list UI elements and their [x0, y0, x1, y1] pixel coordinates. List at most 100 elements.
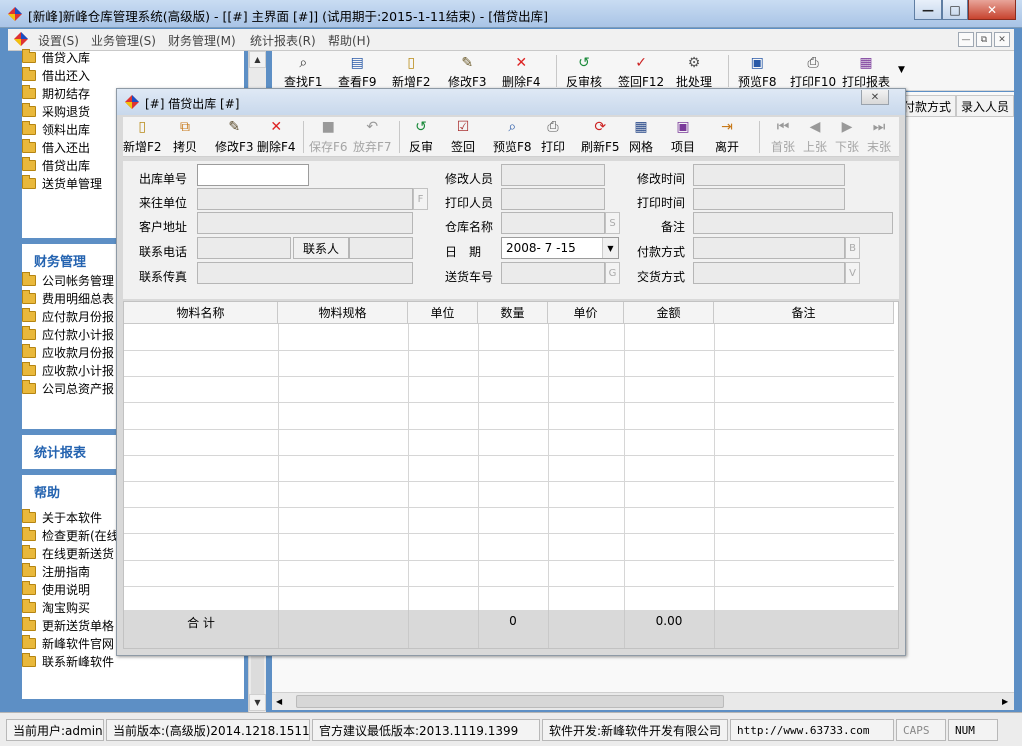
toolbar-button[interactable]: ↺ 反审核: [566, 55, 602, 90]
tree-item[interactable]: 借贷出库: [22, 156, 90, 174]
main-hscrollbar[interactable]: ◀ ▶: [272, 692, 1014, 710]
tree-item[interactable]: 检查更新(在线: [22, 526, 119, 544]
tree-item[interactable]: 在线更新送货: [22, 544, 114, 562]
tree-item[interactable]: 更新送货单格: [22, 616, 114, 634]
tree-item[interactable]: 采购退货: [22, 102, 90, 120]
toolbar-button[interactable]: ⌕ 查找F1: [284, 55, 323, 90]
maximize-button[interactable]: □: [942, 0, 968, 20]
delivery-lookup-button[interactable]: V: [845, 262, 860, 284]
toolbar-button[interactable]: ✓ 签回F12: [618, 55, 664, 90]
date-picker[interactable]: 2008- 7 -15 ▼: [501, 237, 619, 259]
toolbar-project-button[interactable]: ▣ 项目: [671, 120, 695, 155]
tree-item[interactable]: 使用说明: [22, 580, 90, 598]
order-no-input[interactable]: [197, 164, 309, 186]
toolbar-first-button[interactable]: ⏮ 首张: [771, 120, 795, 155]
column-header[interactable]: 付款方式: [898, 95, 956, 117]
payment-input[interactable]: [693, 237, 845, 259]
column-header[interactable]: 物料规格: [278, 302, 408, 324]
tree-item[interactable]: 关于本软件: [22, 508, 102, 526]
partner-input[interactable]: [197, 188, 413, 210]
mdi-close-button[interactable]: ✕: [994, 32, 1010, 47]
child-close-button[interactable]: ✕: [861, 90, 889, 105]
payment-lookup-button[interactable]: B: [845, 237, 860, 259]
status-url[interactable]: http://www.63733.com: [730, 719, 894, 741]
menu-finance[interactable]: 财务管理(M): [168, 32, 236, 49]
tree-item[interactable]: 新峰软件官网: [22, 634, 114, 652]
toolbar-preview-button[interactable]: ⌕ 预览F8: [493, 120, 532, 155]
tree-item[interactable]: 应付款月份报: [22, 307, 114, 325]
toolbar-button[interactable]: ▯ 新增F2: [392, 55, 431, 90]
close-button[interactable]: ✕: [968, 0, 1016, 20]
toolbar-new-doc-button[interactable]: ▯ 新增F2: [123, 120, 162, 155]
scroll-left-arrow-icon[interactable]: ◀: [276, 697, 282, 706]
toolbar-prev-button[interactable]: ◀ 上张: [803, 120, 827, 155]
toolbar-signback-button[interactable]: ☑ 签回: [451, 120, 475, 155]
column-header[interactable]: 备注: [714, 302, 894, 324]
tree-item[interactable]: 联系新峰软件: [22, 652, 114, 670]
hscroll-thumb[interactable]: [296, 695, 724, 708]
toolbar-refresh-button[interactable]: ⟳ 刷新F5: [581, 120, 620, 155]
toolbar-next-button[interactable]: ▶ 下张: [835, 120, 859, 155]
column-header[interactable]: 物料名称: [124, 302, 278, 324]
vehicle-input[interactable]: [501, 262, 605, 284]
print-time-input[interactable]: [693, 188, 845, 210]
menu-reports[interactable]: 统计报表(R): [250, 32, 316, 49]
tree-item[interactable]: 送货单管理: [22, 174, 102, 192]
printer-input[interactable]: [501, 188, 605, 210]
toolbar-button[interactable]: ▣ 预览F8: [738, 55, 777, 90]
tree-item[interactable]: 应收款月份报: [22, 343, 114, 361]
toolbar-copy-button[interactable]: ⧉ 拷贝: [173, 120, 197, 155]
tree-item[interactable]: 应付款小计报: [22, 325, 114, 343]
tree-item[interactable]: 应收款小计报: [22, 361, 114, 379]
chevron-down-icon[interactable]: ▼: [602, 238, 618, 258]
tree-item[interactable]: 借贷入库: [22, 48, 90, 66]
tree-item[interactable]: 注册指南: [22, 562, 90, 580]
mdi-minimize-button[interactable]: —: [958, 32, 974, 47]
scroll-down-arrow-icon[interactable]: ▼: [249, 694, 266, 711]
address-input[interactable]: [197, 212, 413, 234]
mdi-restore-button[interactable]: ⧉: [976, 32, 992, 47]
menu-help[interactable]: 帮助(H): [328, 32, 370, 49]
toolbar-button[interactable]: ✕ 删除F4: [502, 55, 541, 90]
phone-input[interactable]: [197, 237, 291, 259]
warehouse-input[interactable]: [501, 212, 605, 234]
toolbar-button[interactable]: ✎ 修改F3: [448, 55, 487, 90]
remark-input[interactable]: [693, 212, 893, 234]
column-header[interactable]: 金额: [624, 302, 714, 324]
toolbar-undo-button[interactable]: ↶ 放弃F7: [353, 120, 392, 155]
column-header[interactable]: 数量: [478, 302, 548, 324]
tree-item[interactable]: 公司总资产报: [22, 379, 114, 397]
toolbar-save-button[interactable]: ■ 保存F6: [309, 120, 348, 155]
modify-time-input[interactable]: [693, 164, 845, 186]
toolbar-delete-button[interactable]: ✕ 删除F4: [257, 120, 296, 155]
minimize-button[interactable]: —: [914, 0, 942, 20]
tree-item[interactable]: 公司帐务管理: [22, 271, 114, 289]
column-header[interactable]: 单位: [408, 302, 478, 324]
toolbar-reverse-audit-button[interactable]: ↺ 反审: [409, 120, 433, 155]
toolbar-print-button[interactable]: ⎙ 打印: [541, 120, 565, 155]
partner-lookup-button[interactable]: F: [413, 188, 428, 210]
scroll-right-arrow-icon[interactable]: ▶: [1002, 697, 1008, 706]
contact-input[interactable]: [349, 237, 413, 259]
menu-settings[interactable]: 设置(S): [38, 32, 79, 49]
menu-business[interactable]: 业务管理(S): [91, 32, 156, 49]
toolbar-last-button[interactable]: ⏭ 末张: [867, 120, 891, 155]
toolbar-edit-button[interactable]: ✎ 修改F3: [215, 120, 254, 155]
detail-grid[interactable]: 物料名称 物料规格 单位 数量 单价 金额 备注合 计 0 0.00: [123, 301, 899, 649]
toolbar-button[interactable]: ▤ 查看F9: [338, 55, 377, 90]
delivery-input[interactable]: [693, 262, 845, 284]
tree-item[interactable]: 借出还入: [22, 66, 90, 84]
column-header[interactable]: 录入人员: [956, 95, 1014, 117]
fax-input[interactable]: [197, 262, 413, 284]
toolbar-button[interactable]: ⚙ 批处理: [676, 55, 712, 90]
chevron-down-icon[interactable]: ▼: [898, 65, 905, 75]
warehouse-lookup-button[interactable]: S: [605, 212, 620, 234]
tree-item[interactable]: 借入还出: [22, 138, 90, 156]
vehicle-lookup-button[interactable]: G: [605, 262, 620, 284]
scroll-up-arrow-icon[interactable]: ▲: [249, 51, 266, 68]
toolbar-button[interactable]: ▦ 打印报表: [842, 55, 890, 90]
tree-item[interactable]: 费用明细总表: [22, 289, 114, 307]
toolbar-exit-button[interactable]: ⇥ 离开: [715, 120, 739, 155]
toolbar-grid-button[interactable]: ▦ 网格: [629, 120, 653, 155]
column-header[interactable]: 单价: [548, 302, 624, 324]
